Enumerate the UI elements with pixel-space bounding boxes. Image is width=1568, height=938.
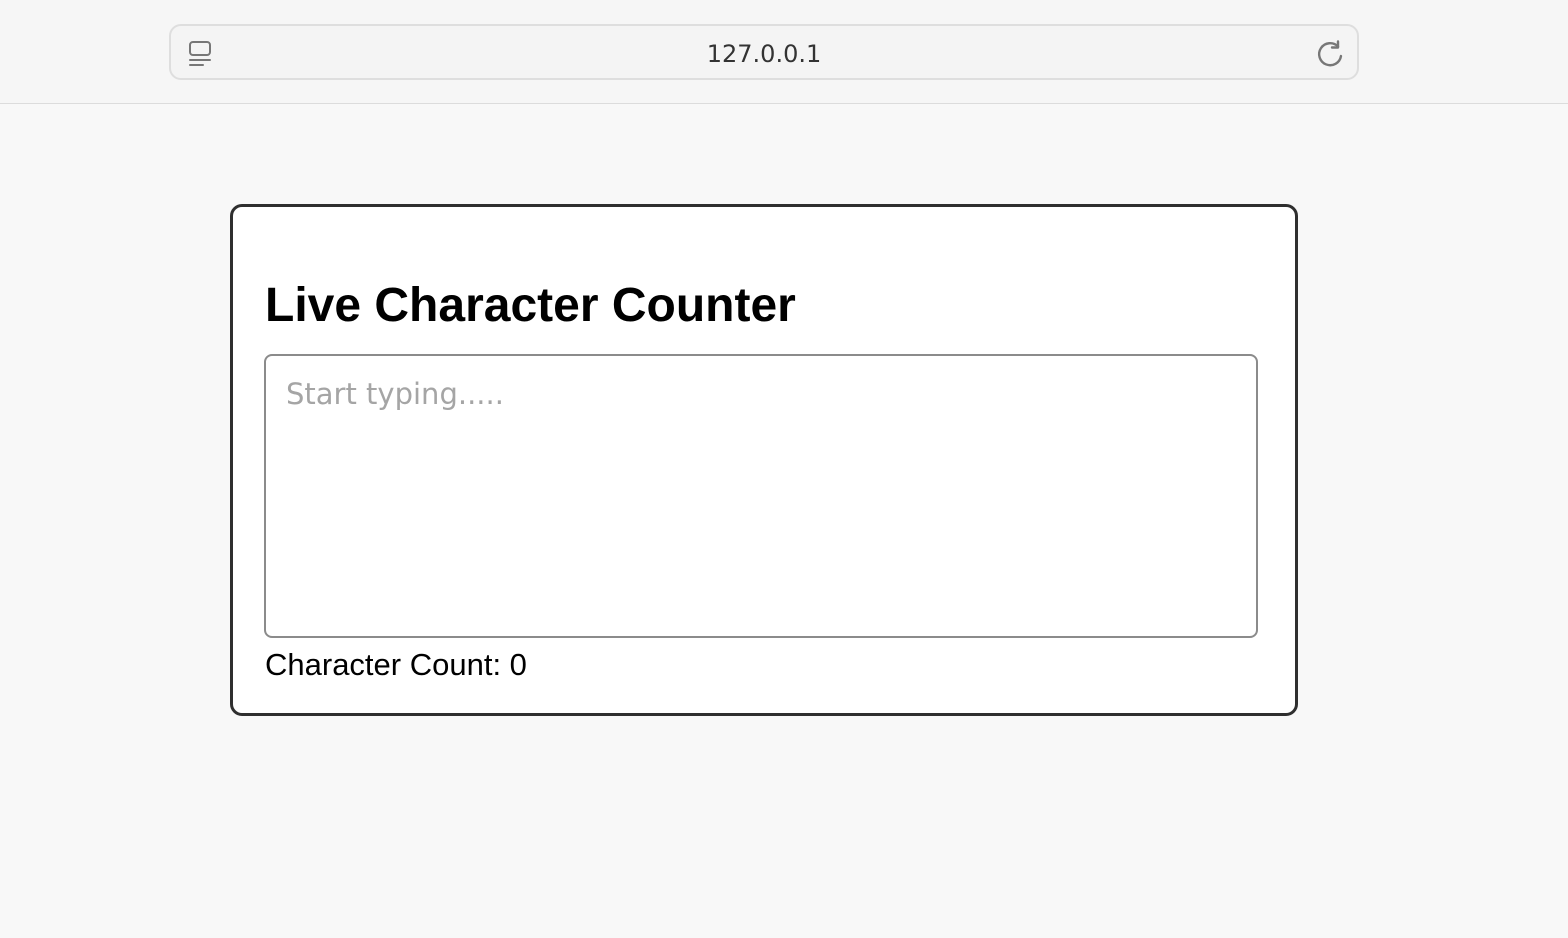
character-counter-card: Live Character Counter Character Count: …	[230, 204, 1298, 716]
page-title: Live Character Counter	[265, 279, 796, 332]
character-count-display: Character Count: 0	[265, 647, 527, 683]
reload-icon[interactable]	[1316, 38, 1346, 68]
character-input[interactable]	[264, 354, 1258, 638]
character-count-value: 0	[509, 647, 527, 682]
address-bar[interactable]: 127.0.0.1	[169, 24, 1359, 80]
browser-toolbar: 127.0.0.1	[0, 0, 1568, 104]
character-count-label: Character Count:	[265, 647, 510, 682]
url-text[interactable]: 127.0.0.1	[171, 40, 1357, 68]
